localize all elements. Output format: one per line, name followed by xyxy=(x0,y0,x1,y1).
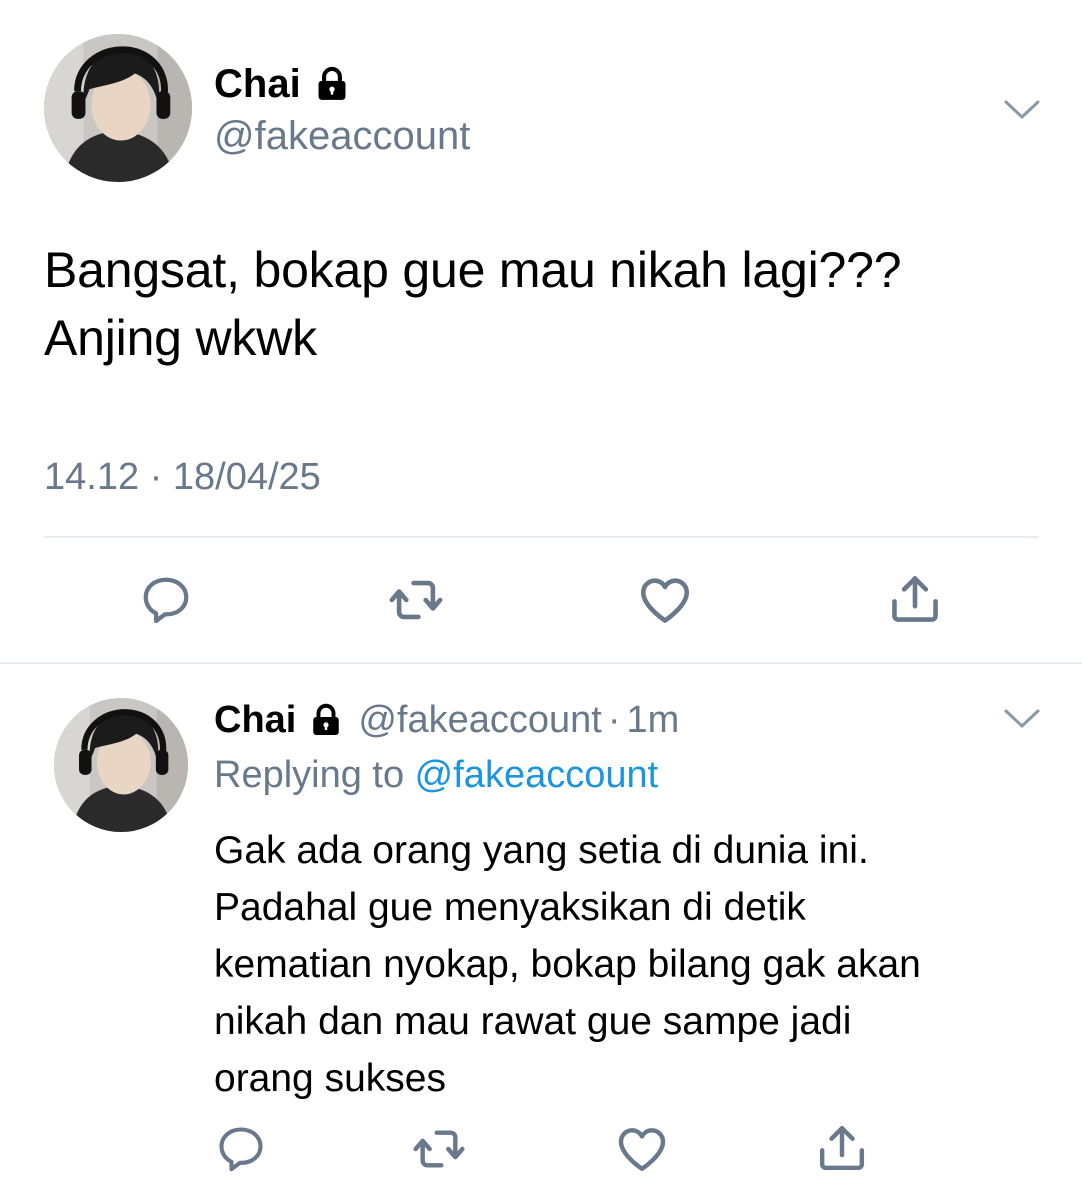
separator: · xyxy=(607,699,621,741)
chevron-down-icon[interactable] xyxy=(1002,96,1042,124)
share-button[interactable] xyxy=(814,1120,870,1176)
retweet-icon xyxy=(411,1121,467,1177)
reply-icon xyxy=(215,1123,267,1175)
reply-button[interactable] xyxy=(214,1122,268,1176)
share-button[interactable] xyxy=(886,570,944,628)
reply-icon xyxy=(139,573,193,627)
retweet-icon xyxy=(387,571,445,629)
like-icon xyxy=(636,571,694,629)
divider xyxy=(44,536,1038,538)
tweet-text-line: Padahal gue menyaksikan di detik xyxy=(214,886,806,929)
timestamp[interactable]: 14.12 · 18/04/25 xyxy=(44,454,321,500)
tweet-text-line: Gak ada orang yang setia di dunia ini. xyxy=(214,829,869,872)
chevron-down-icon[interactable] xyxy=(1002,705,1042,733)
reply-button[interactable] xyxy=(138,572,194,628)
tweet-text-line: kematian nyokap, bokap bilang gak akan xyxy=(214,943,921,986)
tweet-text-line: Bangsat, bokap gue mau nikah lagi??? xyxy=(44,242,902,298)
avatar[interactable] xyxy=(44,34,192,182)
replying-to-link[interactable]: @fakeaccount xyxy=(415,754,659,796)
lock-icon xyxy=(313,65,351,103)
like-button[interactable] xyxy=(614,1122,670,1176)
like-button[interactable] xyxy=(636,572,694,628)
handle[interactable]: @fakeaccount xyxy=(214,112,470,160)
handle[interactable]: @fakeaccount xyxy=(358,697,602,743)
share-icon xyxy=(814,1120,870,1176)
display-name[interactable]: Chai xyxy=(214,697,296,743)
relative-time[interactable]: 1m xyxy=(627,697,680,743)
tweet-text-line: Anjing wkwk xyxy=(44,310,317,366)
replying-to-label: Replying to xyxy=(214,754,415,796)
replying-to: Replying to @fakeaccount xyxy=(214,752,658,798)
tweet-text-line: orang sukses xyxy=(214,1057,446,1100)
tweet-text-line: nikah dan mau rawat gue sampe jadi xyxy=(214,1000,852,1043)
retweet-button[interactable] xyxy=(410,1122,468,1176)
reply-header: Chai @fakeaccount · 1m xyxy=(214,697,679,743)
divider xyxy=(0,662,1082,664)
share-icon xyxy=(886,570,944,628)
retweet-button[interactable] xyxy=(386,572,446,628)
display-name-text: Chai xyxy=(214,62,301,106)
avatar[interactable] xyxy=(54,698,188,832)
tweet-text: Gak ada orang yang setia di dunia ini. P… xyxy=(214,822,1054,1107)
like-icon xyxy=(614,1121,670,1177)
tweet-text: Bangsat, bokap gue mau nikah lagi??? Anj… xyxy=(44,236,1054,372)
display-name[interactable]: Chai xyxy=(214,60,351,108)
lock-icon xyxy=(308,702,344,738)
